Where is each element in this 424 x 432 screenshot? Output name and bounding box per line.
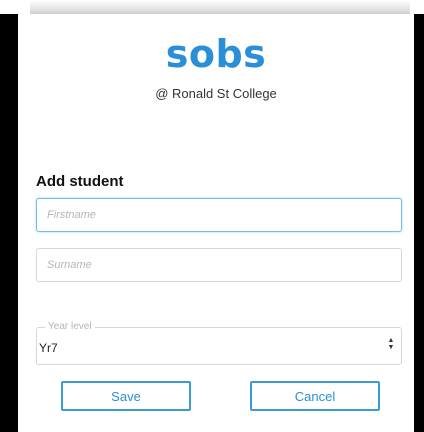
window-top-strip	[0, 0, 424, 14]
firstname-input[interactable]	[36, 198, 402, 232]
updown-arrow-icon: ▲ ▼	[387, 337, 395, 351]
surname-input[interactable]	[36, 248, 402, 282]
form-title: Add student	[36, 173, 124, 190]
brand-logo: sobs	[165, 32, 267, 76]
cancel-button[interactable]: Cancel	[250, 381, 380, 411]
window-top-shadow	[30, 0, 410, 14]
year-level-label: Year level	[45, 321, 95, 333]
year-level-value: Yr7	[39, 341, 58, 355]
save-button[interactable]: Save	[61, 381, 191, 411]
form-panel: sobs @ Ronald St College Add student Yea…	[18, 14, 414, 432]
year-level-select[interactable]: Year level Yr7 ▲ ▼	[36, 321, 402, 365]
app-frame: sobs @ Ronald St College Add student Yea…	[0, 14, 424, 432]
school-name: @ Ronald St College	[155, 86, 277, 101]
